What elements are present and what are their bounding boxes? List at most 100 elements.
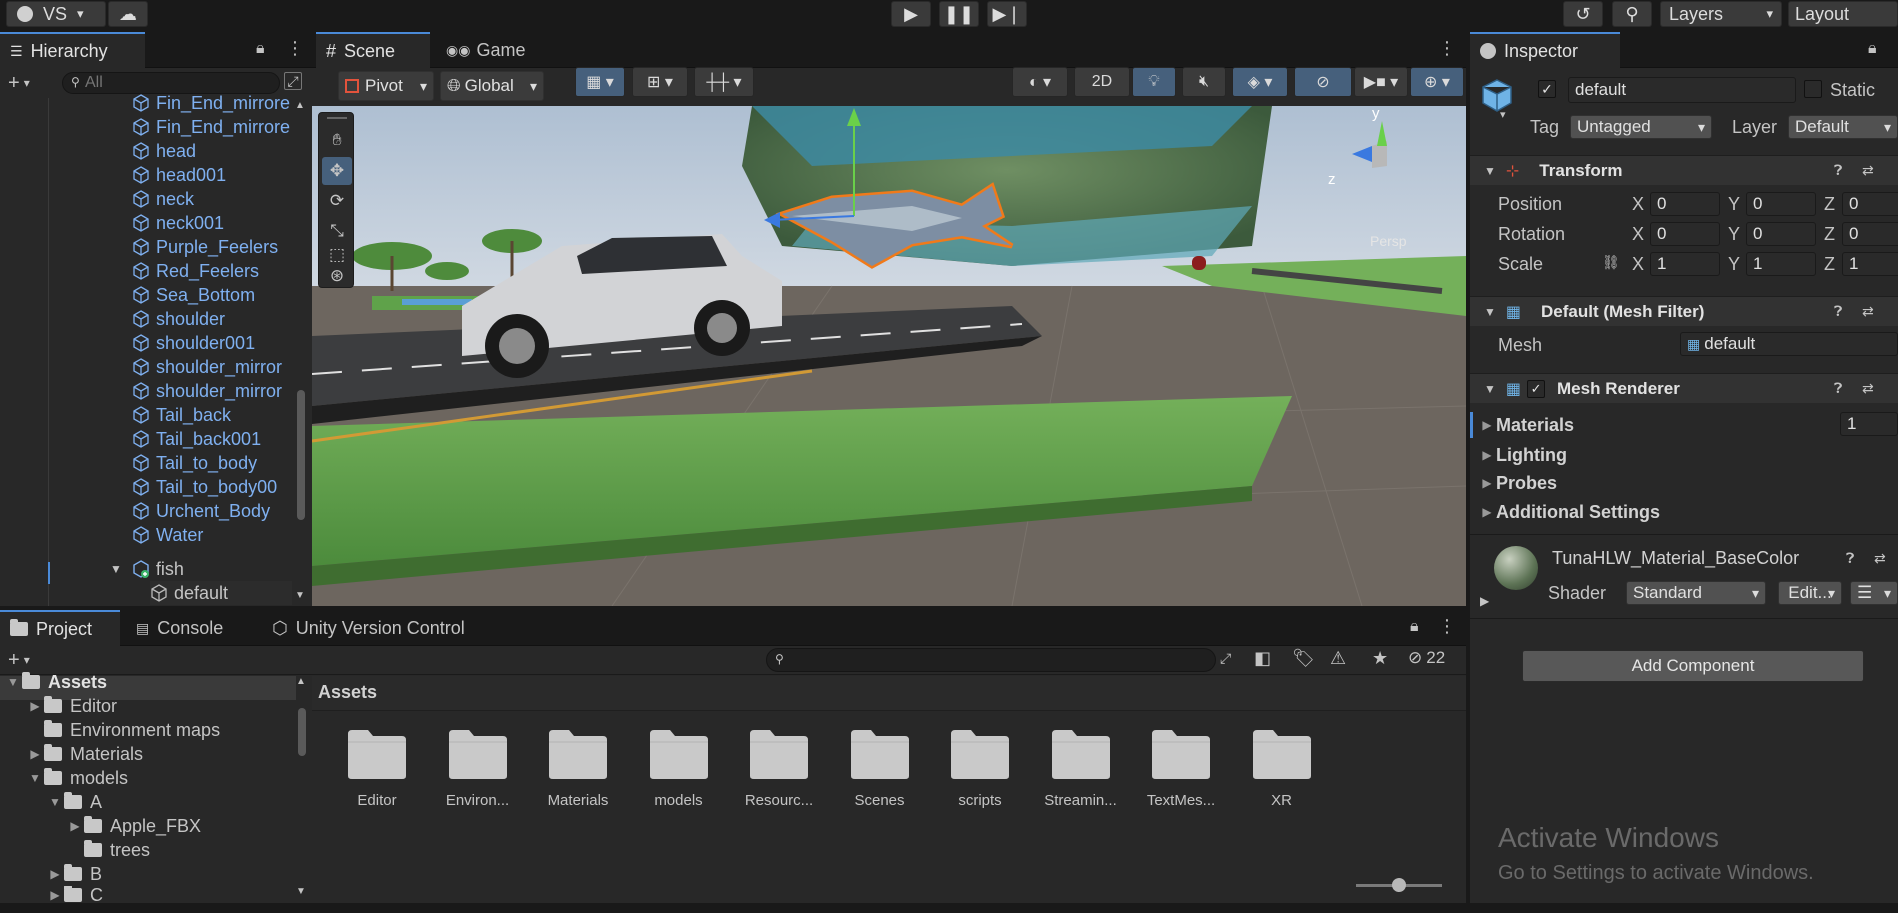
scrollbar-thumb[interactable] xyxy=(297,390,305,520)
hierarchy-scrollbar[interactable]: ▲ ▼ xyxy=(294,100,306,605)
hierarchy-item[interactable]: shoulder_mirror xyxy=(132,379,290,403)
hierarchy-item[interactable]: neck xyxy=(132,187,290,211)
tab-inspector[interactable]: Inspector xyxy=(1470,32,1620,68)
lighting-toggle[interactable]: 💡︎ xyxy=(1132,67,1176,97)
enabled-checkbox[interactable]: ✓ xyxy=(1527,379,1546,398)
object-name-field[interactable]: default xyxy=(1568,77,1796,103)
zoom-slider-thumb[interactable] xyxy=(1392,878,1406,892)
hierarchy-item-default[interactable]: default xyxy=(150,581,292,605)
settings-icon[interactable]: ⇄ xyxy=(1862,303,1874,320)
hierarchy-item[interactable]: head001 xyxy=(132,163,290,187)
toggle-2d-button[interactable]: 2D xyxy=(1074,67,1130,97)
scroll-up-icon[interactable]: ▲ xyxy=(296,676,306,687)
breadcrumb[interactable]: Assets xyxy=(318,682,377,703)
hierarchy-item[interactable]: shoulder xyxy=(132,307,290,331)
chevron-down-icon[interactable]: ▾ xyxy=(1500,108,1506,121)
hierarchy-item[interactable]: Red_Feelers xyxy=(132,259,290,283)
mesh-renderer-component-header[interactable]: ▼ ▦ ✓ Mesh Renderer ❓︎ ⇄ xyxy=(1470,373,1898,403)
tree-item-editor[interactable]: ▶ Editor xyxy=(26,694,117,718)
hierarchy-search-input[interactable] xyxy=(85,74,265,92)
scale-x-field[interactable]: 1 xyxy=(1650,252,1720,276)
asset-folder[interactable]: Environ... xyxy=(438,728,518,809)
hierarchy-item[interactable]: shoulder_mirror xyxy=(132,355,290,379)
materials-foldout[interactable]: ▶ Materials xyxy=(1478,413,1574,437)
tree-item-environment-maps[interactable]: Environment maps xyxy=(26,718,220,742)
hidden-packages-toggle[interactable]: ⊘ 22 xyxy=(1408,648,1445,668)
settings-icon[interactable]: ⇄ xyxy=(1874,550,1886,567)
star-icon[interactable]: ★ xyxy=(1372,648,1388,669)
rotation-y-field[interactable]: 0 xyxy=(1746,222,1816,246)
warning-icon[interactable]: ⚠︎ xyxy=(1330,648,1346,669)
search-button[interactable]: ⚲ xyxy=(1612,1,1652,27)
scroll-down-icon[interactable]: ▼ xyxy=(296,886,306,897)
shader-dropdown[interactable]: Standard xyxy=(1626,581,1766,605)
hierarchy-item[interactable]: Tail_to_body xyxy=(132,451,290,475)
asset-folder[interactable]: XR xyxy=(1242,728,1322,809)
hierarchy-item[interactable]: neck001 xyxy=(132,211,290,235)
settings-icon[interactable]: ⇄ xyxy=(1862,380,1874,397)
asset-folder[interactable]: scripts xyxy=(940,728,1020,809)
scale-y-field[interactable]: 1 xyxy=(1746,252,1816,276)
history-button[interactable]: ↺ xyxy=(1563,1,1603,27)
hierarchy-item[interactable]: head xyxy=(132,139,290,163)
rotation-z-field[interactable]: 0 xyxy=(1842,222,1898,246)
step-button[interactable]: ▶❘ xyxy=(987,1,1027,27)
transform-component-header[interactable]: ▼ ⊹ Transform ❓︎ ⇄ xyxy=(1470,155,1898,185)
tree-item-a[interactable]: ▼ A xyxy=(46,790,102,814)
scrollbar-thumb[interactable] xyxy=(298,708,306,756)
expand-triangle-icon[interactable]: ▶ xyxy=(1480,594,1489,608)
tree-item-models[interactable]: ▼ models xyxy=(26,766,128,790)
play-button[interactable]: ▶ xyxy=(891,1,931,27)
cloud-button[interactable]: ☁ xyxy=(108,1,148,27)
expand-icon[interactable]: ⤢ xyxy=(284,72,302,90)
hierarchy-item[interactable]: Urchent_Body xyxy=(132,499,290,523)
transform-tool[interactable]: ⊛ xyxy=(322,265,352,287)
camera-button[interactable]: ▶■ ▾ xyxy=(1354,67,1408,97)
help-icon[interactable]: ❓︎ xyxy=(1834,380,1842,397)
grid-snap-button[interactable]: ▦ ▾ xyxy=(575,67,625,97)
draw-mode-button[interactable]: ◐ ▾ xyxy=(1012,67,1068,97)
lighting-foldout[interactable]: ▶ Lighting xyxy=(1478,443,1567,467)
hierarchy-item[interactable]: Fin_End_mirrore xyxy=(132,115,290,139)
label-icon[interactable]: 🏷︎ xyxy=(1292,648,1315,669)
more-icon[interactable]: ⋮ xyxy=(286,38,304,59)
scale-tool[interactable]: ⤡ xyxy=(322,217,352,245)
visibility-toggle[interactable]: ⊘ xyxy=(1294,67,1352,97)
hierarchy-item[interactable]: shoulder001 xyxy=(132,331,290,355)
asset-folder[interactable]: Resourc... xyxy=(739,728,819,809)
move-tool[interactable]: ✥ xyxy=(322,157,352,185)
asset-folder[interactable]: models xyxy=(639,728,719,809)
hierarchy-item[interactable]: Tail_to_body00 xyxy=(132,475,290,499)
asset-folder[interactable]: TextMes... xyxy=(1141,728,1221,809)
more-icon[interactable]: ⋮ xyxy=(1438,38,1456,59)
tree-item-b[interactable]: ▶ B xyxy=(46,862,102,886)
layers-dropdown[interactable]: Layers ▾ xyxy=(1660,1,1782,27)
help-icon[interactable]: ❓︎ xyxy=(1834,303,1842,320)
tab-game[interactable]: ◉◉ Game xyxy=(436,32,535,68)
hierarchy-item[interactable]: Tail_back xyxy=(132,403,290,427)
probes-foldout[interactable]: ▶ Probes xyxy=(1478,471,1557,495)
rect-tool[interactable]: ⬚ xyxy=(322,243,352,267)
account-dropdown[interactable]: VS ▾ xyxy=(6,1,106,27)
asset-folder[interactable]: Scenes xyxy=(840,728,920,809)
gizmos-button[interactable]: ⊕ ▾ xyxy=(1410,67,1464,97)
tab-unity-version-control[interactable]: ⬡ Unity Version Control xyxy=(262,610,475,646)
mesh-field[interactable]: ▦ default xyxy=(1680,332,1898,356)
tab-scene[interactable]: # Scene xyxy=(316,32,430,68)
project-search[interactable]: ⚲ xyxy=(766,648,1216,672)
position-z-field[interactable]: 0 xyxy=(1842,192,1898,216)
mesh-filter-component-header[interactable]: ▼ ▦ Default (Mesh Filter) ❓︎ ⇄ xyxy=(1470,296,1898,326)
asset-folder[interactable]: Streamin... xyxy=(1041,728,1121,809)
audio-toggle[interactable]: 🔇︎ xyxy=(1182,67,1226,97)
lock-icon[interactable]: 🔒︎ xyxy=(1868,40,1877,58)
grid-settings-button[interactable]: ┼┼ ▾ xyxy=(694,67,754,97)
asset-folder[interactable]: Editor xyxy=(337,728,417,809)
expand-icon[interactable]: ⤢ xyxy=(1220,650,1231,667)
grip-icon[interactable] xyxy=(327,117,347,119)
layout-dropdown[interactable]: Layout xyxy=(1788,1,1898,27)
tree-item-apple-fbx[interactable]: ▶ Apple_FBX xyxy=(66,814,201,838)
add-component-button[interactable]: Add Component xyxy=(1522,650,1864,682)
hierarchy-item[interactable]: Sea_Bottom xyxy=(132,283,290,307)
tab-project[interactable]: Project xyxy=(0,610,120,646)
rotate-tool[interactable]: ⟳ xyxy=(322,187,352,215)
